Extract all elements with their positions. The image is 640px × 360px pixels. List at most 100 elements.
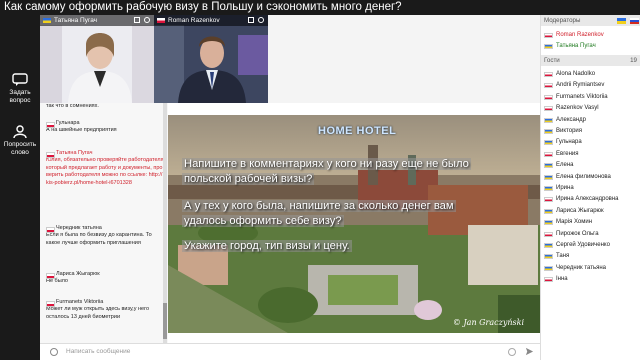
guest-item[interactable]: Марія Хомин [544,219,592,226]
guest-item[interactable]: Ирина Александровна [544,196,619,203]
member-name: Roman Razenkov [556,32,604,38]
chat-scrollbar-thumb[interactable] [163,303,167,339]
member-name: Andrii Rymiantsev [556,82,605,89]
moderator-item[interactable]: Roman Razenkov [544,32,604,39]
chat-message-text: Если я была по безвизу до карантина. То … [46,232,152,246]
slide-line-3: А у тех у кого была, напишите за сколько… [182,200,456,212]
request-floor-button[interactable]: Попросить слово [0,125,40,156]
member-name: Razenkov Vasyl [556,105,599,112]
close-icon[interactable] [258,17,264,23]
poland-flag-icon [544,94,553,100]
guest-item[interactable]: Furmanets Viktoriia [544,94,608,101]
chat-message-text: А на швейные предприятия [46,127,117,134]
guest-item[interactable]: Пирожок Ольга [544,231,599,238]
send-icon[interactable] [525,347,534,356]
app-window: Как самому оформить рабочую визу в Польш… [0,0,640,360]
guest-item[interactable]: Таня [544,253,569,260]
video-tile-tatiana[interactable]: Татьяна Пугач [40,15,154,103]
request-floor-label: Попросить слово [3,141,37,156]
poland-flag-icon [544,72,553,77]
ukraine-flag-icon [544,44,553,49]
chat-input-placeholder[interactable]: Написать сообщение [66,348,130,355]
guests-title: Гости [544,57,560,64]
video-feed-woman [40,15,154,103]
guest-item[interactable]: Гульнара [544,139,582,146]
video-tile-header: Татьяна Пугач [40,15,154,26]
chat-message-text: Не было [46,278,68,285]
ukraine-flag-icon [544,174,553,180]
close-icon[interactable] [144,17,150,23]
chat-bubble-icon [12,73,28,86]
ukraine-flag-icon [544,265,553,271]
guest-item[interactable]: Чередник татьяна [544,265,606,272]
person-speak-icon [13,125,27,139]
poland-flag-icon [544,197,553,203]
member-name: Furmanets Viktoriia [556,93,608,100]
guest-item[interactable]: Alona Nadolko [544,71,595,78]
fullscreen-icon[interactable] [134,17,140,23]
moderator-item[interactable]: Татьяна Пугач [544,43,596,50]
guests-header: Гости 19 [541,55,640,66]
poland-flag-icon [544,106,553,112]
window-title: Как самому оформить рабочую визу в Польш… [0,0,640,15]
video-tiles: Татьяна Пугач Roman Razenkov [40,15,268,103]
russia-flag-icon[interactable] [630,18,639,25]
chat-message-text: Юлия, обязательно проверяйте работодател… [46,157,164,186]
slide-line-5: Укажите город, тип визы и цену. [182,240,352,252]
ukraine-flag-icon [544,163,553,169]
member-name: Лариса Жыгарюк [556,207,604,214]
chat-message: Татьяна Пугач Юлия, обязательно проверяй… [40,150,164,187]
ukraine-flag-icon [544,129,553,134]
video-tile-header: Roman Razenkov [154,15,268,26]
chat-scrollbar[interactable] [163,103,167,343]
guest-item[interactable]: Сергей Удовиченко [544,242,610,249]
presentation-slide: HOME HOTEL Напишите в комментариях у ког… [168,115,540,333]
chat-author: Гульнара [46,120,164,129]
guest-item[interactable]: Александр [544,117,586,124]
poland-flag-icon [157,18,165,23]
video-tile-name: Roman Razenkov [168,17,220,24]
guest-item[interactable]: Інна [544,276,568,283]
brand-logo: HOME HOTEL [318,125,397,137]
member-name: Пирожок Ольга [556,230,599,237]
ask-question-button[interactable]: Задать вопрос [0,73,40,104]
member-name: Таня [556,253,570,260]
slide-line-1: Напишите в комментариях у кого ни разу е… [182,158,471,170]
guest-item[interactable]: Виктория [544,128,582,135]
video-tile-name: Татьяна Пугач [54,17,98,24]
guest-item[interactable]: Ирина [544,185,574,192]
ukraine-flag-icon [544,243,553,248]
chat-input-bar[interactable]: Написать сообщение [40,343,540,360]
ukraine-flag-icon [544,117,553,123]
guest-item[interactable]: Andrii Rymiantsev [544,82,604,89]
ukraine-flag-icon [544,254,553,260]
member-name: Елена филимонова [556,173,611,180]
chat-author: Чередник татьяна [46,225,164,234]
chat-message: так что в сомнениях. [40,103,164,110]
member-name: Чередник татьяна [556,264,606,271]
poland-flag-icon [544,33,553,38]
member-name: Alona Nadolko [556,71,596,77]
guest-item[interactable]: Razenkov Vasyl [544,105,599,112]
attach-icon[interactable] [508,348,516,356]
fullscreen-icon[interactable] [248,17,254,23]
guest-item[interactable]: Елена филимонова [544,174,611,181]
member-name: Ирина Александровна [556,196,619,203]
chat-message-text: так что в сомнениях. [46,103,99,109]
emoji-icon[interactable] [50,348,58,356]
member-name: Татьяна Пугач [556,43,596,49]
guest-item[interactable]: Евгения [544,151,579,158]
member-name: Сергей Удовиченко [556,242,610,248]
ukraine-flag-icon [544,140,553,146]
guest-item[interactable]: Елена [544,162,574,169]
guest-item[interactable]: Лариса Жыгарюк [544,208,604,215]
participants-panel: Модераторы Roman Razenkov Татьяна Пугач … [540,15,640,360]
member-name: Елена [556,162,574,169]
language-flags[interactable] [615,16,639,27]
ukraine-flag-icon [43,18,51,23]
chat-author: Лариса Жыгарюк [46,271,164,280]
ukraine-flag-icon[interactable] [617,18,627,25]
video-tile-roman[interactable]: Roman Razenkov [154,15,268,103]
chat-message: Гульнара А на швейные предприятия [40,120,164,135]
ukraine-flag-icon [544,208,553,214]
